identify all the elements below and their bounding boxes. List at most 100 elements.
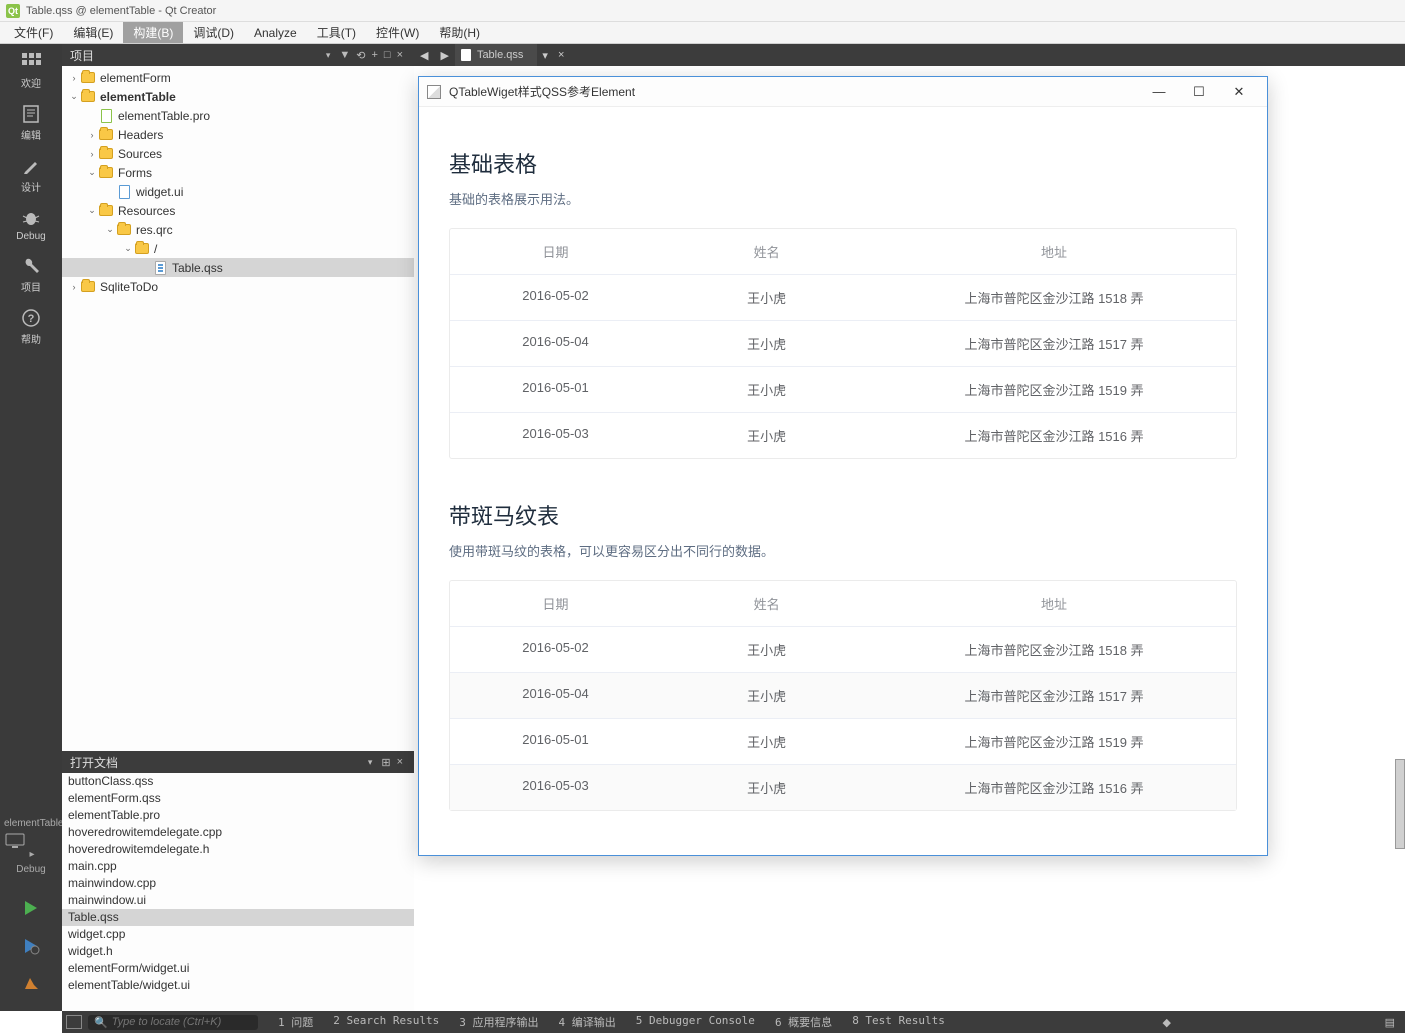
add-icon[interactable]: +	[368, 49, 380, 61]
menu-控件w[interactable]: 控件(W)	[366, 22, 429, 43]
table-cell: 王小虎	[661, 321, 872, 366]
tree-item-Headers[interactable]: ›Headers	[62, 125, 414, 144]
tree-item--[interactable]: ⌄/	[62, 239, 414, 258]
mode-Debug[interactable]: Debug	[16, 200, 45, 248]
doc-item[interactable]: mainwindow.ui	[62, 892, 414, 909]
preview-titlebar[interactable]: QTableWiget样式QSS参考Element — ☐ ✕	[419, 77, 1267, 107]
output-dropdown-icon[interactable]: ◆	[1157, 1016, 1177, 1029]
build-button[interactable]	[22, 965, 40, 1003]
tree-item-elementTable[interactable]: ⌄elementTable	[62, 87, 414, 106]
table-header-row: 日期姓名地址	[450, 581, 1236, 627]
editor-tab[interactable]: Table.qss	[455, 44, 537, 66]
doc-item[interactable]: elementTable/widget.ui	[62, 977, 414, 994]
filter-icon[interactable]: ▼	[336, 49, 353, 61]
output-tab[interactable]: 4 编译输出	[548, 1014, 625, 1030]
mode-项目[interactable]: 项目	[16, 248, 45, 300]
stripe-table: 日期姓名地址2016-05-02王小虎上海市普陀区金沙江路 1518 弄2016…	[449, 580, 1237, 811]
panel-dropdown-icon[interactable]: ▾	[326, 50, 331, 61]
mode-编辑[interactable]: 编辑	[16, 96, 45, 148]
project-tree[interactable]: ›elementForm⌄elementTableelementTable.pr…	[62, 66, 414, 751]
tree-item-widget-ui[interactable]: widget.ui	[62, 182, 414, 201]
tab-close-icon[interactable]: ×	[552, 49, 570, 61]
tree-twisty[interactable]: ⌄	[86, 205, 98, 216]
doc-item[interactable]: elementForm.qss	[62, 790, 414, 807]
maximize-button[interactable]: ☐	[1179, 78, 1219, 106]
panel-dropdown-icon[interactable]: ▾	[368, 757, 373, 768]
tab-dropdown-icon[interactable]: ▾	[538, 49, 552, 62]
menu-工具t[interactable]: 工具(T)	[307, 22, 366, 43]
mode-欢迎[interactable]: 欢迎	[16, 44, 45, 96]
statusbar: 🔍 1 问题2 Search Results3 应用程序输出4 编译输出5 De…	[62, 1011, 1405, 1033]
menu-帮助h[interactable]: 帮助(H)	[429, 22, 490, 43]
tree-item-Forms[interactable]: ⌄Forms	[62, 163, 414, 182]
menu-构建b[interactable]: 构建(B)	[123, 22, 183, 43]
tree-twisty[interactable]: ›	[68, 282, 80, 292]
doc-item[interactable]: buttonClass.qss	[62, 773, 414, 790]
tree-item-Sources[interactable]: › Sources	[62, 144, 414, 163]
output-toggle-icon[interactable]: ▤	[1379, 1016, 1401, 1029]
tree-item-Table-qss[interactable]: Table.qss	[62, 258, 414, 277]
minimize-button[interactable]: —	[1139, 78, 1179, 106]
tree-twisty[interactable]: ⌄	[68, 91, 80, 102]
tree-twisty[interactable]: ⌄	[122, 243, 134, 254]
tree-twisty[interactable]: ⌄	[86, 167, 98, 178]
nav-back-icon[interactable]: ◀	[414, 49, 434, 62]
tree-item-Resources[interactable]: ⌄Resources	[62, 201, 414, 220]
preview-title: QTableWiget样式QSS参考Element	[449, 83, 1139, 100]
doc-item[interactable]: widget.cpp	[62, 926, 414, 943]
locator-input[interactable]	[112, 1016, 252, 1028]
tree-twisty[interactable]: ›	[86, 149, 98, 159]
table-cell: 上海市普陀区金沙江路 1517 弄	[872, 321, 1236, 366]
section-title: 带斑马纹表	[449, 499, 1237, 531]
split-icon[interactable]: ⊞	[378, 756, 393, 769]
output-tab[interactable]: 8 Test Results	[842, 1014, 955, 1030]
tree-item-elementForm[interactable]: ›elementForm	[62, 68, 414, 87]
output-tab[interactable]: 2 Search Results	[323, 1014, 449, 1030]
output-tab[interactable]: 3 应用程序输出	[449, 1014, 548, 1030]
run-button[interactable]	[22, 889, 40, 927]
menu-文件f[interactable]: 文件(F)	[4, 22, 63, 43]
split-icon[interactable]: □	[381, 49, 394, 61]
doc-item[interactable]: elementForm/widget.ui	[62, 960, 414, 977]
sidebar-toggle-icon[interactable]	[66, 1015, 82, 1029]
doc-item[interactable]: mainwindow.cpp	[62, 875, 414, 892]
tree-twisty[interactable]: ›	[86, 130, 98, 140]
tree-item-SqliteToDo[interactable]: › SqliteToDo	[62, 277, 414, 296]
menu-调试d[interactable]: 调试(D)	[183, 22, 244, 43]
doc-item[interactable]: hoveredrowitemdelegate.cpp	[62, 824, 414, 841]
close-panel-icon[interactable]: ×	[394, 756, 406, 768]
tree-twisty[interactable]: ›	[68, 73, 80, 83]
output-tab[interactable]: 5 Debugger Console	[626, 1014, 765, 1030]
doc-item[interactable]: widget.h	[62, 943, 414, 960]
close-panel-icon[interactable]: ×	[394, 49, 406, 61]
tree-twisty[interactable]: ⌄	[104, 224, 116, 235]
run-debug-button[interactable]	[22, 927, 40, 965]
output-tab[interactable]: 6 概要信息	[765, 1014, 842, 1030]
open-docs-list[interactable]: buttonClass.qsselementForm.qsselementTab…	[62, 773, 414, 1011]
scrollbar-thumb[interactable]	[1395, 759, 1405, 849]
open-docs-header: 打开文档 ▾ ⊞ ×	[62, 751, 414, 773]
table-cell: 王小虎	[661, 367, 872, 412]
sync-icon[interactable]: ⟲	[353, 49, 368, 62]
target-selector[interactable]: elementTable ▸ Debug	[0, 812, 62, 881]
menu-analyze[interactable]: Analyze	[244, 24, 307, 42]
doc-item[interactable]: hoveredrowitemdelegate.h	[62, 841, 414, 858]
table-cell: 王小虎	[661, 627, 872, 672]
table-cell: 王小虎	[661, 413, 872, 458]
tree-label: SqliteToDo	[100, 280, 158, 294]
tree-item-res-qrc[interactable]: ⌄res.qrc	[62, 220, 414, 239]
tree-label: Sources	[118, 147, 162, 161]
preview-content[interactable]: 基础表格 基础的表格展示用法。 日期姓名地址2016-05-02王小虎上海市普陀…	[419, 107, 1267, 855]
mode-帮助[interactable]: ?帮助	[16, 300, 45, 352]
menu-编辑e[interactable]: 编辑(E)	[63, 22, 123, 43]
mode-sidebar: 欢迎编辑设计Debug项目?帮助 elementTable ▸ Debug	[0, 44, 62, 1011]
nav-fwd-icon[interactable]: ▶	[434, 49, 454, 62]
doc-item[interactable]: Table.qss	[62, 909, 414, 926]
mode-设计[interactable]: 设计	[16, 148, 45, 200]
tree-item-elementTable-pro[interactable]: elementTable.pro	[62, 106, 414, 125]
doc-item[interactable]: main.cpp	[62, 858, 414, 875]
output-tab[interactable]: 1 问题	[268, 1014, 323, 1030]
locator-search[interactable]: 🔍	[88, 1015, 258, 1030]
doc-item[interactable]: elementTable.pro	[62, 807, 414, 824]
close-button[interactable]: ✕	[1219, 78, 1259, 106]
